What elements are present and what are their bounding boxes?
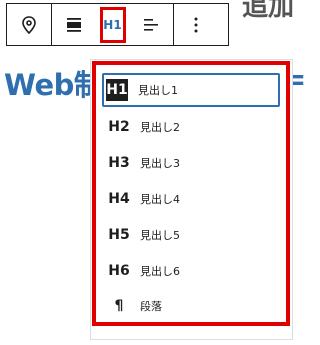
map-pin-icon bbox=[22, 15, 36, 34]
map-pin-button[interactable] bbox=[7, 4, 51, 45]
dropdown-item-label: 見出し6 bbox=[140, 265, 180, 278]
heading-2-icon: H2 bbox=[108, 119, 130, 135]
dropdown-item-label: 見出し2 bbox=[140, 121, 180, 134]
dropdown-item-h3[interactable]: H3 見出し3 bbox=[104, 146, 276, 180]
heading-6-icon: H6 bbox=[108, 263, 130, 279]
align-icon bbox=[67, 17, 81, 32]
dropdown-item-h6[interactable]: H6 見出し6 bbox=[104, 254, 276, 288]
heading-1-icon: H1 bbox=[106, 79, 128, 101]
dropdown-item-h2[interactable]: H2 見出し2 bbox=[104, 110, 276, 144]
dropdown-item-label: 見出し3 bbox=[140, 157, 180, 170]
more-vertical-icon bbox=[194, 17, 198, 32]
text-align-left-icon bbox=[144, 18, 158, 31]
dropdown-item-label: 見出し4 bbox=[140, 193, 180, 206]
heading-level-button[interactable]: H1 bbox=[96, 4, 129, 45]
dropdown-item-paragraph[interactable]: ¶ 段落 bbox=[104, 289, 276, 323]
page-heading: Web制 bbox=[4, 68, 103, 102]
text-align-button[interactable] bbox=[129, 4, 173, 45]
heading-level-label: H1 bbox=[99, 6, 126, 43]
heading-3-icon: H3 bbox=[108, 155, 130, 171]
background-fragment: 追加 bbox=[242, 0, 295, 22]
dropdown-item-label: 見出し1 bbox=[138, 84, 178, 97]
align-button[interactable] bbox=[52, 4, 96, 45]
dropdown-item-h1[interactable]: H1 見出し1 bbox=[102, 73, 280, 107]
dropdown-item-h5[interactable]: H5 見出し5 bbox=[104, 218, 276, 252]
more-options-button[interactable] bbox=[174, 4, 218, 45]
heading-level-dropdown: H1 見出し1 H2 見出し2 H3 見出し3 H4 見出し4 H5 見出し5 … bbox=[92, 61, 290, 326]
heading-5-icon: H5 bbox=[108, 227, 130, 243]
block-toolbar: H1 bbox=[6, 3, 229, 46]
dropdown-item-label: 段落 bbox=[140, 300, 162, 313]
paragraph-icon: ¶ bbox=[114, 298, 124, 314]
heading-4-icon: H4 bbox=[108, 191, 130, 207]
dropdown-item-h4[interactable]: H4 見出し4 bbox=[104, 182, 276, 216]
dropdown-item-label: 見出し5 bbox=[140, 229, 180, 242]
